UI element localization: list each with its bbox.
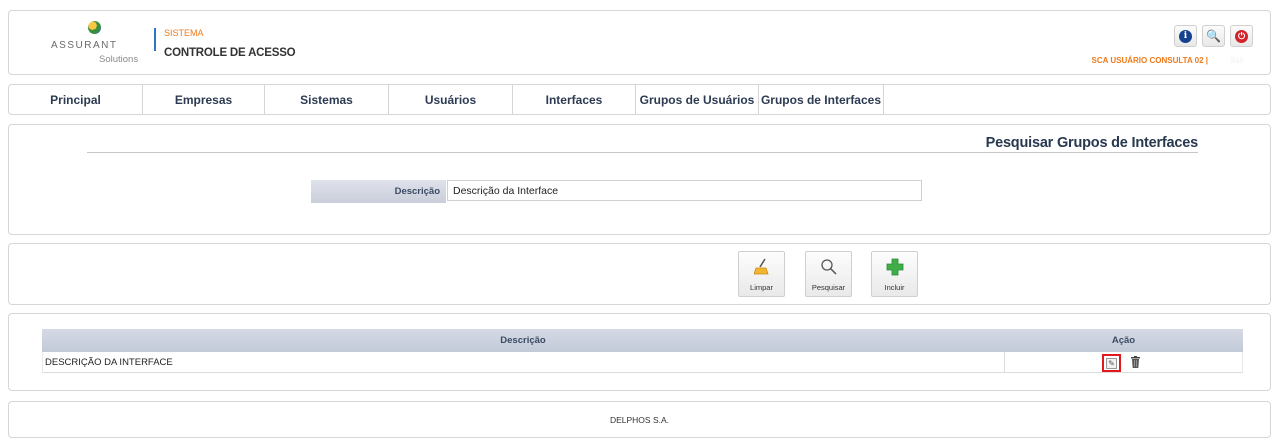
actions-panel: Limpar Pesquisar Incluir [8,243,1271,305]
nav-item-principal[interactable]: Principal [9,85,143,114]
edit-icon: ✎ [1106,357,1117,369]
nav-item-sistemas[interactable]: Sistemas [265,85,389,114]
nav-item-usuarios[interactable]: Usuários [389,85,513,114]
incluir-button[interactable]: Incluir [871,251,918,297]
plus-icon [872,258,917,280]
pesquisar-label: Pesquisar [811,283,846,292]
table-row: DESCRIÇÃO DA INTERFACE ✎ [42,352,1243,373]
system-name: CONTROLE DE ACESSO [164,47,296,59]
edit-button[interactable]: ✎ [1102,354,1121,372]
main-nav: Principal Empresas Sistemas Usuários Int… [8,84,1271,115]
title-divider [87,152,1198,153]
footer: DELPHOS S.A. [8,401,1271,438]
logo-name: ASSURANT [51,40,118,51]
logo-subtitle: Solutions [99,54,139,65]
column-divider [1004,352,1005,373]
nav-item-empresas[interactable]: Empresas [143,85,265,114]
change-password-button[interactable]: 🔍 [1202,25,1225,47]
row-descricao: DESCRIÇÃO DA INTERFACE [45,357,173,368]
results-table: Descrição Ação DESCRIÇÃO DA INTERFACE ✎ [42,329,1243,373]
column-header-descricao: Descrição [500,335,546,346]
broom-icon [739,258,784,280]
results-panel: Descrição Ação DESCRIÇÃO DA INTERFACE ✎ [8,313,1271,391]
limpar-button[interactable]: Limpar [738,251,785,297]
user-ghost-text: Sair [1229,56,1244,65]
nav-item-grupos-usuarios[interactable]: Grupos de Usuários [636,85,759,114]
nav-item-interfaces[interactable]: Interfaces [513,85,636,114]
page-title: Pesquisar Grupos de Interfaces [985,135,1199,151]
system-label: SISTEMA [164,28,204,38]
trash-icon[interactable] [1131,356,1140,371]
descricao-label: Descrição [311,180,446,203]
system-divider [154,28,156,51]
footer-text: DELPHOS S.A. [609,415,670,425]
descricao-input[interactable] [447,180,922,201]
app-header: ASSURANT Solutions SISTEMA CONTROLE DE A… [8,10,1271,75]
logout-button[interactable]: ⏻ [1230,25,1253,47]
nav-item-grupos-interfaces[interactable]: Grupos de Interfaces [759,85,884,114]
column-header-acao: Ação [1111,335,1136,346]
magnifier-icon [806,258,851,280]
globe-logo-icon [88,21,101,34]
assurant-logo: ASSURANT Solutions [51,21,161,71]
info-button[interactable]: i [1174,25,1197,47]
key-icon: 🔍 [1206,29,1221,43]
limpar-label: Limpar [750,283,773,292]
pesquisar-button[interactable]: Pesquisar [805,251,852,297]
table-header: Descrição Ação [42,329,1243,352]
info-icon: i [1179,29,1192,43]
incluir-label: Incluir [884,283,905,292]
power-icon: ⏻ [1235,29,1248,43]
search-panel: Pesquisar Grupos de Interfaces Descrição [8,124,1271,235]
current-user: SCA USUÁRIO CONSULTA 02 | [1091,56,1208,65]
